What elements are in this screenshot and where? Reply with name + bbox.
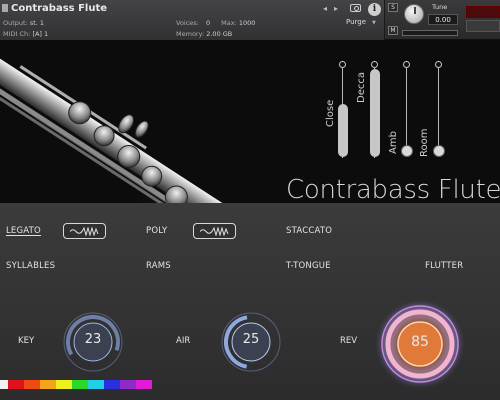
air-knob[interactable]: 25	[220, 311, 282, 373]
memory-row: Memory: 2.00 GB	[176, 30, 232, 38]
color-swatch[interactable]	[72, 380, 88, 389]
tune-value[interactable]: 0.00	[428, 14, 458, 25]
color-swatch[interactable]	[120, 380, 136, 389]
key-label: KEY	[18, 336, 35, 346]
articulation-rams[interactable]: RAMS	[146, 261, 171, 271]
mic-label-amb: Amb	[388, 131, 399, 154]
air-value: 25	[242, 332, 260, 347]
color-swatch[interactable]	[88, 380, 104, 389]
poly-wave-button[interactable]	[193, 223, 236, 239]
color-swatch[interactable]	[40, 380, 56, 389]
output-label: Output:	[3, 19, 28, 27]
midi-channel-label: MIDI Ch:	[3, 30, 31, 38]
instrument-title: Contrabass Flute	[286, 175, 500, 205]
prev-instrument-icon[interactable]: ◂	[323, 4, 327, 13]
articulation-legato[interactable]: LEGATO	[6, 226, 41, 236]
purge-button[interactable]: Purge	[346, 18, 366, 26]
memory-value: 2.00 GB	[206, 30, 233, 38]
color-swatch[interactable]	[8, 380, 24, 389]
color-swatch[interactable]	[56, 380, 72, 389]
next-instrument-icon[interactable]: ▸	[334, 4, 338, 13]
midi-row[interactable]: MIDI Ch: [A] 1	[3, 30, 48, 38]
legato-wave-button[interactable]	[63, 223, 106, 239]
info-button[interactable]: i	[368, 3, 381, 16]
pan-slider[interactable]	[402, 30, 458, 36]
output-row[interactable]: Output: st. 1	[3, 19, 44, 27]
air-label: AIR	[176, 336, 191, 346]
color-swatch[interactable]	[0, 380, 8, 389]
mic-label-decca: Decca	[356, 72, 367, 103]
memory-label: Memory:	[176, 30, 205, 38]
rev-label: REV	[340, 336, 358, 346]
tune-label: Tune	[432, 3, 448, 11]
color-swatch[interactable]	[24, 380, 40, 389]
max-voices-label: Max:	[221, 19, 237, 27]
key-value: 23	[84, 332, 102, 347]
waveform-icon	[70, 227, 99, 236]
midi-channel-value[interactable]: [A] 1	[32, 30, 48, 38]
snapshot-camera-icon[interactable]	[350, 4, 361, 12]
color-swatch[interactable]	[104, 380, 120, 389]
rev-value: 85	[411, 334, 429, 350]
voices-label: Voices:	[176, 19, 199, 27]
flute-image	[0, 50, 259, 211]
voices-row: Voices: 0 Max: 1000	[176, 19, 255, 27]
key-knob[interactable]: 23	[62, 311, 124, 373]
mute-button[interactable]: M	[388, 26, 398, 35]
mic-label-close: Close	[325, 99, 336, 127]
instrument-name[interactable]: Contrabass Flute	[11, 3, 107, 14]
waveform-icon	[200, 227, 229, 236]
color-swatch[interactable]	[136, 380, 152, 389]
tune-knob[interactable]	[404, 4, 424, 24]
output-meter-secondary	[466, 20, 500, 32]
articulation-staccato[interactable]: STACCATO	[286, 226, 332, 236]
max-voices-value[interactable]: 1000	[239, 19, 256, 27]
purge-dropdown-icon[interactable]: ▼	[372, 20, 376, 26]
instrument-header: Contrabass Flute ◂ ▸ i Output: st. 1 MID…	[0, 0, 500, 40]
output-meter	[466, 6, 500, 18]
articulation-flutter[interactable]: FLUTTER	[425, 261, 463, 271]
rev-knob[interactable]: 85	[373, 297, 467, 391]
instrument-header-main: Contrabass Flute ◂ ▸ i Output: st. 1 MID…	[0, 0, 385, 40]
mic-label-room: Room	[419, 128, 430, 157]
articulation-syllables[interactable]: SYLLABLES	[6, 261, 55, 271]
instrument-panel: Close Decca Amb Room Contrabass Flute LE…	[0, 41, 500, 400]
instrument-icon[interactable]	[2, 4, 8, 12]
voices-value: 0	[205, 19, 211, 27]
solo-button[interactable]: S	[388, 3, 398, 12]
articulation-poly[interactable]: POLY	[146, 226, 167, 236]
output-value[interactable]: st. 1	[30, 19, 44, 27]
articulation-ttongue[interactable]: T-TONGUE	[286, 261, 331, 271]
